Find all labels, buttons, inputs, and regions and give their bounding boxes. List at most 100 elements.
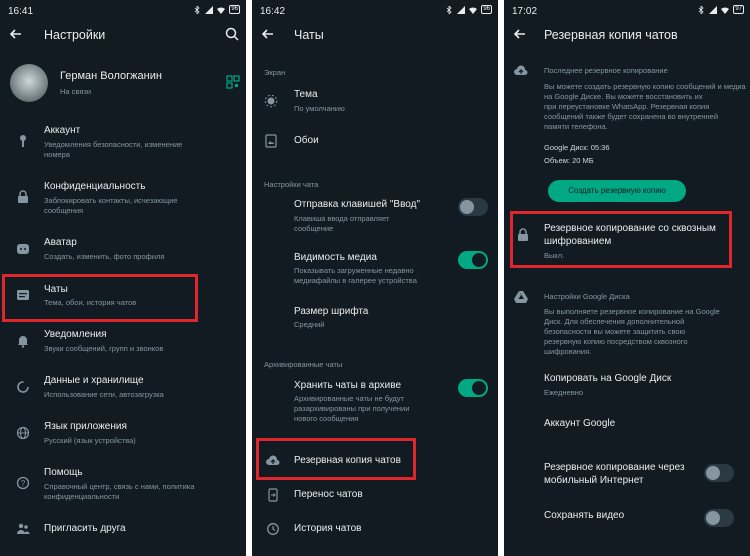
section-header-last-backup: Последнее резервное копирование [544,66,668,75]
description-line: Вы можете создать резервную копию сообще… [544,82,746,91]
item-title: Данные и хранилище [44,375,144,386]
status-time: 17:02 [512,6,538,17]
backup-size: Объем: 20 МБ [544,156,594,165]
item-title: Размер шрифта [294,306,369,317]
search-icon[interactable] [224,26,240,42]
item-title: Видимость медиа [294,252,377,263]
item-subtitle: Заблокировать контакты, исчезающие [44,196,178,205]
data-usage-icon [17,381,29,393]
highlight-box [2,274,198,322]
create-backup-button[interactable]: Создать резервную копию [548,180,686,202]
description-line: резервную копию посредством сквозного [544,337,688,346]
status-icons: 97 [697,5,744,14]
page-title: Чаты [294,28,324,42]
section-header-screen: Экран [264,68,286,77]
bluetooth-icon [195,5,200,14]
item-subtitle: сообщения [44,206,84,215]
bluetooth-icon [699,5,704,14]
item-title: Тема [294,89,318,100]
back-arrow-icon[interactable] [8,26,24,42]
status-icons: 96 [193,5,240,14]
avatar-face-icon [17,244,29,254]
item-title: Перенос чатов [294,489,363,500]
description-line: на Google Диске. Вы можете восстановить … [544,92,703,101]
back-arrow-icon[interactable] [512,26,528,42]
item-subtitle: разархивированы при получении [294,404,410,413]
item-subtitle: Звуки сообщений, групп и звонков [44,344,164,353]
status-bar: 16:41 96 [0,0,246,22]
lock-icon [18,190,28,203]
item-subtitle: Использование сети, автозагрузка [44,390,164,399]
google-drive-icon [514,291,528,303]
battery-icon: 97 [733,5,744,14]
mobile-backup-toggle[interactable] [704,464,734,482]
item-title: Конфиденциальность [44,181,146,192]
signal-icon [709,5,718,14]
item-title: Отправка клавишей "Ввод" [294,199,421,210]
save-video-toggle[interactable] [704,509,734,527]
item-subtitle: Уведомления безопасности, изменение [44,140,183,149]
phone-transfer-icon [268,488,278,502]
item-subtitle: Показывать загруженные недавно [294,266,414,275]
profile-name: Герман Вологжанин [60,70,162,82]
globe-icon [16,426,30,440]
description-line: шифрования. [544,347,592,356]
highlight-box [256,438,416,480]
description-line: сообщений также будет сохранена во внутр… [544,112,719,121]
item-title: Аккаунт [44,125,81,136]
item-subtitle: Клавиша ввода отправляет [294,214,390,223]
description-line: памяти телефона. [544,122,608,131]
item-title: Помощь [44,467,83,478]
description-line: безопасности вы можете защитить свою [544,327,686,336]
item-subtitle: медиафайлы в галерее устройства [294,276,417,285]
profile-status: На связи [60,87,92,96]
item-subtitle: Средний [294,320,325,329]
battery-icon: 96 [481,5,492,14]
item-title: Копировать на Google Диск [544,373,672,384]
item-title: мобильный Интернет [544,475,644,486]
item-title: Обои [294,135,319,146]
status-time: 16:42 [260,6,286,17]
settings-screen: 16:41 96 Настройки Герман Вологжанин На … [0,0,246,556]
item-title: Резервное копирование через [544,462,685,473]
status-time: 16:41 [8,6,34,17]
item-subtitle: Архивированные чаты не будут [294,394,404,403]
signal-icon [205,5,214,14]
item-subtitle: сообщение [294,224,334,233]
description-line: при переустановке WhatsApp. Резервная ко… [544,102,710,111]
item-subtitle: Русский (язык устройства) [44,436,136,445]
highlight-box [510,211,732,268]
wifi-icon [721,6,730,14]
back-arrow-icon[interactable] [260,26,276,42]
item-subtitle: конфиденциальности [44,492,120,501]
item-title: Аккаунт Google [544,418,616,429]
media-visibility-toggle[interactable] [458,251,488,269]
avatar[interactable] [10,64,48,102]
status-bar: 16:42 96 [252,0,498,22]
item-title: Язык приложения [44,421,127,432]
description-line: Диск. Для обеспечения дополнительной [544,317,685,326]
qr-code-icon[interactable] [226,75,240,89]
section-header-archived: Архивированные чаты [264,360,343,369]
item-subtitle: Создать, изменить, фото профиля [44,252,165,261]
item-title: Уведомления [44,329,107,340]
people-icon [17,523,30,534]
svg-text:?: ? [21,479,26,488]
wallpaper-icon [265,134,277,148]
chats-settings-screen: 16:42 96 Чаты Экран Тема По умолчанию Об… [252,0,498,556]
bluetooth-icon [447,5,452,14]
wifi-icon [469,6,478,14]
item-subtitle: нового сообщения [294,414,359,423]
item-title: Пригласить друга [44,523,126,534]
description-line: Вы выполняете резервное копирование на G… [544,307,720,316]
app-bar: Настройки [0,22,246,52]
brightness-icon [264,94,278,108]
status-bar: 17:02 97 [504,0,750,22]
chat-backup-screen: 17:02 97 Резервная копия чатов Последнее… [504,0,750,556]
key-icon [20,135,26,147]
bell-icon [18,336,28,348]
keep-archived-toggle[interactable] [458,379,488,397]
enter-send-toggle[interactable] [458,198,488,216]
page-title: Резервная копия чатов [544,28,678,42]
cloud-upload-icon [514,65,528,75]
